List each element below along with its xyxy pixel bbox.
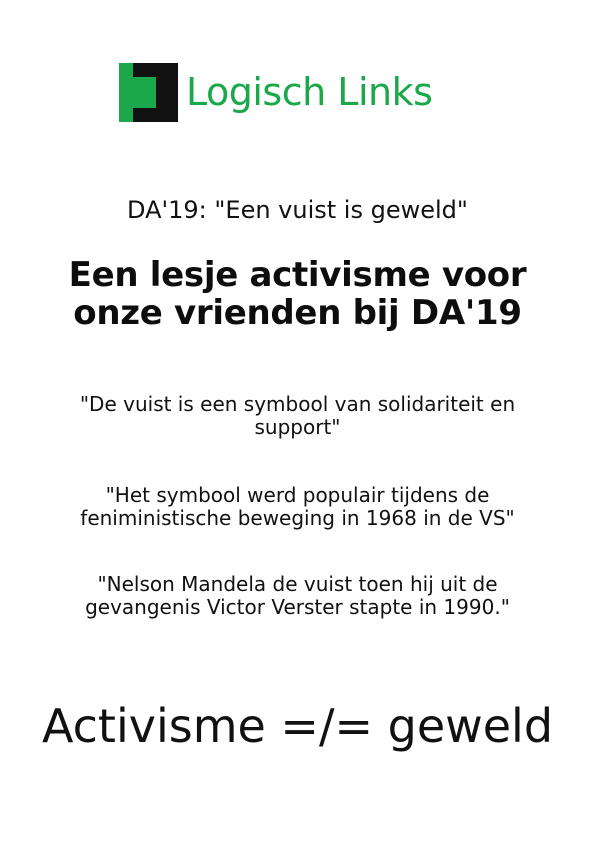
logo-mark-icon xyxy=(119,62,178,122)
quote-3-line-2: gevangenis Victor Verster stapte in 1990… xyxy=(85,595,510,619)
quote-2-line-2: feniministische beweging in 1968 in de V… xyxy=(80,506,515,530)
poster-page: Logisch Links DA'19: "Een vuist is gewel… xyxy=(0,0,595,842)
quote-2: "Het symbool werd populair tijdens de fe… xyxy=(0,484,595,530)
logo-text: Logisch Links xyxy=(186,70,433,114)
quote-1: "De vuist is een symbool van solidaritei… xyxy=(0,393,595,439)
logisch-links-logo: Logisch Links xyxy=(119,62,433,122)
headline-line-1: Een lesje activisme voor xyxy=(68,255,527,295)
quote-3-line-1: "Nelson Mandela de vuist toen hij uit de xyxy=(97,572,498,596)
subtitle: DA'19: "Een vuist is geweld" xyxy=(127,196,468,224)
quote-1-line-2: support" xyxy=(254,415,341,439)
headline: Een lesje activisme voor onze vrienden b… xyxy=(0,256,595,332)
quote-1-line-1: "De vuist is een symbool van solidaritei… xyxy=(79,392,516,416)
quote-2-line-1: "Het symbool werd populair tijdens de xyxy=(105,483,490,507)
quote-3: "Nelson Mandela de vuist toen hij uit de… xyxy=(0,573,595,619)
headline-line-2: onze vrienden bij DA'19 xyxy=(73,293,522,333)
slogan: Activisme =/= geweld xyxy=(41,699,554,753)
